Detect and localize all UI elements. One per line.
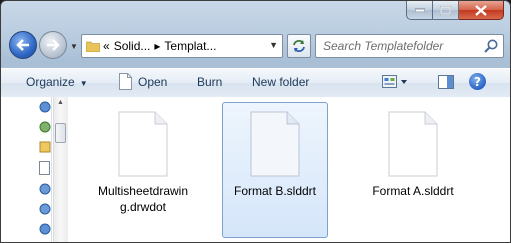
minimize-button[interactable] bbox=[406, 1, 433, 20]
navigation-pane bbox=[1, 97, 52, 242]
nav-item-icon[interactable] bbox=[39, 141, 51, 153]
organize-button[interactable]: Organize ▼ bbox=[26, 75, 88, 89]
file-name: Format B.slddrt bbox=[233, 184, 317, 198]
scroll-up-icon[interactable]: ▲ bbox=[57, 99, 64, 106]
close-button[interactable] bbox=[459, 1, 504, 20]
document-icon bbox=[118, 111, 168, 177]
navigation-bar: ▼ « Solid... ▸ Templat... ▼ Search Templ… bbox=[1, 31, 510, 63]
scrollbar-thumb[interactable] bbox=[55, 123, 66, 143]
file-item-selected[interactable]: Format B.slddrt bbox=[222, 102, 328, 238]
organize-dropdown-icon: ▼ bbox=[79, 79, 88, 88]
minimize-icon bbox=[414, 8, 425, 12]
navigation-scrollbar[interactable]: ▲ bbox=[53, 97, 68, 242]
address-dropdown-icon[interactable]: ▼ bbox=[269, 40, 278, 50]
document-icon bbox=[388, 111, 438, 177]
close-icon bbox=[475, 4, 487, 16]
back-arrow-icon bbox=[16, 39, 29, 51]
explorer-window: ▼ « Solid... ▸ Templat... ▼ Search Templ… bbox=[0, 0, 511, 243]
search-input[interactable]: Search Templatefolder bbox=[316, 39, 443, 53]
maximize-button[interactable] bbox=[433, 1, 459, 20]
recent-pages-dropdown-icon[interactable]: ▼ bbox=[70, 42, 78, 51]
nav-item-icon[interactable] bbox=[39, 121, 51, 133]
open-document-icon bbox=[119, 73, 132, 90]
back-button[interactable] bbox=[9, 31, 37, 59]
forward-arrow-icon bbox=[47, 39, 60, 51]
file-name: Multisheetdrawing.drwdot bbox=[97, 184, 189, 214]
address-overflow-chevron[interactable]: « bbox=[103, 39, 110, 53]
preview-pane-icon[interactable] bbox=[438, 75, 454, 89]
nav-item-icon[interactable] bbox=[39, 223, 51, 235]
open-button[interactable]: Open bbox=[138, 75, 167, 89]
help-button[interactable]: ? bbox=[469, 73, 486, 90]
caption-buttons bbox=[406, 1, 504, 21]
forward-button[interactable] bbox=[39, 31, 67, 59]
breadcrumb-solidworks[interactable]: Solid... bbox=[114, 39, 151, 53]
search-box[interactable]: Search Templatefolder bbox=[315, 34, 504, 58]
nav-item-icon[interactable] bbox=[39, 183, 51, 195]
nav-item-icon[interactable] bbox=[39, 101, 51, 113]
new-folder-button[interactable]: New folder bbox=[252, 75, 309, 89]
refresh-icon bbox=[293, 40, 305, 52]
breadcrumb-separator[interactable]: ▸ bbox=[154, 39, 160, 53]
nav-item-icon[interactable] bbox=[39, 203, 51, 215]
search-icon[interactable] bbox=[483, 38, 499, 54]
burn-button[interactable]: Burn bbox=[197, 75, 222, 89]
maximize-icon bbox=[440, 5, 451, 15]
file-item[interactable]: Multisheetdrawing.drwdot bbox=[90, 103, 196, 239]
breadcrumb-templatefolder[interactable]: Templat... bbox=[164, 39, 216, 53]
command-bar: Organize ▼ Open Burn New folder ? bbox=[1, 68, 510, 98]
document-icon bbox=[250, 111, 300, 177]
file-item[interactable]: Format A.slddrt bbox=[360, 103, 466, 239]
nav-item-icon[interactable] bbox=[39, 161, 51, 175]
address-bar[interactable]: « Solid... ▸ Templat... ▼ bbox=[81, 34, 283, 58]
file-name: Format A.slddrt bbox=[372, 184, 454, 198]
folder-icon bbox=[86, 41, 100, 52]
content-area: ▲ Multisheetdrawing.drwdot Format B.sldd… bbox=[1, 97, 510, 242]
organize-label: Organize bbox=[26, 75, 75, 89]
change-view-icon[interactable] bbox=[382, 75, 408, 89]
refresh-button[interactable] bbox=[287, 34, 311, 58]
